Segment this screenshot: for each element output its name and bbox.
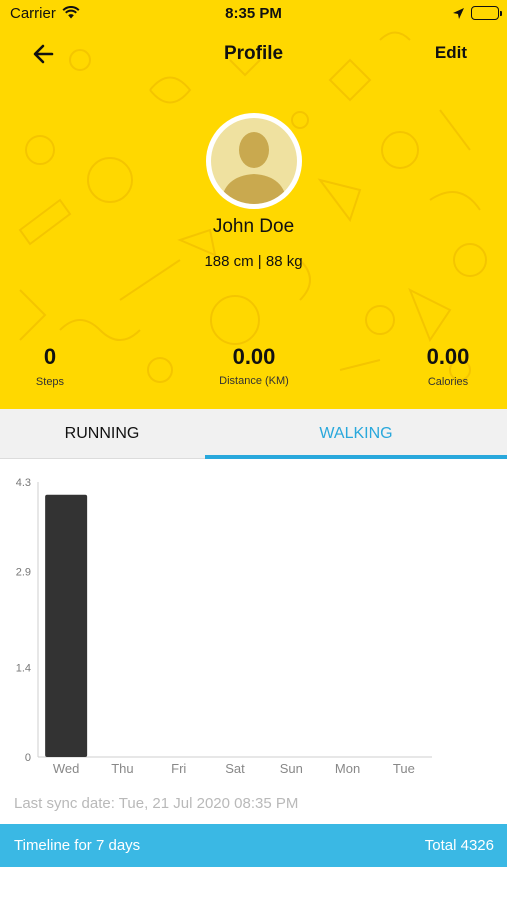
timeline-bar: Timeline for 7 days Total 4326 <box>0 824 507 867</box>
chart-bar <box>45 494 88 757</box>
y-tick-label: 2.9 <box>16 567 31 579</box>
last-sync-date: Last sync date: Tue, 21 Jul 2020 08:35 P… <box>14 795 299 812</box>
calories-label: Calories <box>427 376 469 388</box>
y-tick-label: 1.4 <box>16 662 31 674</box>
profile-header: Carrier 8:35 PM Profile Edit John Doe 18… <box>0 0 507 409</box>
x-tick-label: Mon <box>335 761 360 776</box>
total-label: Total 4326 <box>424 837 494 854</box>
x-tick-label: Tue <box>393 761 415 776</box>
walking-chart: 0 1.4 2.9 4.3 Wed Thu Fri Sat Sun Mon Tue <box>0 460 507 790</box>
x-tick-label: Fri <box>171 761 186 776</box>
x-tick-label: Wed <box>53 761 80 776</box>
bar-chart: 0 1.4 2.9 4.3 Wed Thu Fri Sat Sun Mon Tue <box>16 477 432 776</box>
calories-stat: 0.00 Calories <box>408 344 488 388</box>
user-height-weight: 188 cm | 88 kg <box>204 253 303 270</box>
distance-stat: 0.00 Distance (KM) <box>194 344 314 387</box>
active-tab-indicator <box>205 455 507 459</box>
calories-value: 0.00 <box>426 344 470 369</box>
steps-label: Steps <box>35 376 65 388</box>
clock-time: 8:35 PM <box>225 5 282 22</box>
y-tick-label: 0 <box>25 752 31 764</box>
location-icon <box>452 7 465 24</box>
avatar[interactable] <box>206 113 302 209</box>
timeline-label: Timeline for 7 days <box>14 837 141 854</box>
edit-button[interactable]: Edit <box>435 43 467 63</box>
user-name: John Doe <box>212 216 295 237</box>
arrow-left-icon <box>33 44 54 64</box>
back-button[interactable] <box>30 40 58 68</box>
x-tick-label: Sat <box>225 761 245 776</box>
tab-walking[interactable]: WALKING <box>205 409 507 459</box>
y-tick-label: 4.3 <box>16 477 31 489</box>
activity-tabs: RUNNING WALKING <box>0 409 507 459</box>
tab-running[interactable]: RUNNING <box>0 409 204 459</box>
steps-stat: 0 Steps <box>20 344 80 388</box>
steps-value: 0 <box>43 344 57 369</box>
status-bar: Carrier 8:35 PM <box>0 0 507 28</box>
distance-value: 0.00 <box>232 344 276 369</box>
battery-icon <box>471 6 502 20</box>
person-silhouette-icon <box>221 132 287 204</box>
x-tick-label: Sun <box>280 761 303 776</box>
distance-label: Distance (KM) <box>219 375 289 387</box>
x-tick-label: Thu <box>111 761 133 776</box>
